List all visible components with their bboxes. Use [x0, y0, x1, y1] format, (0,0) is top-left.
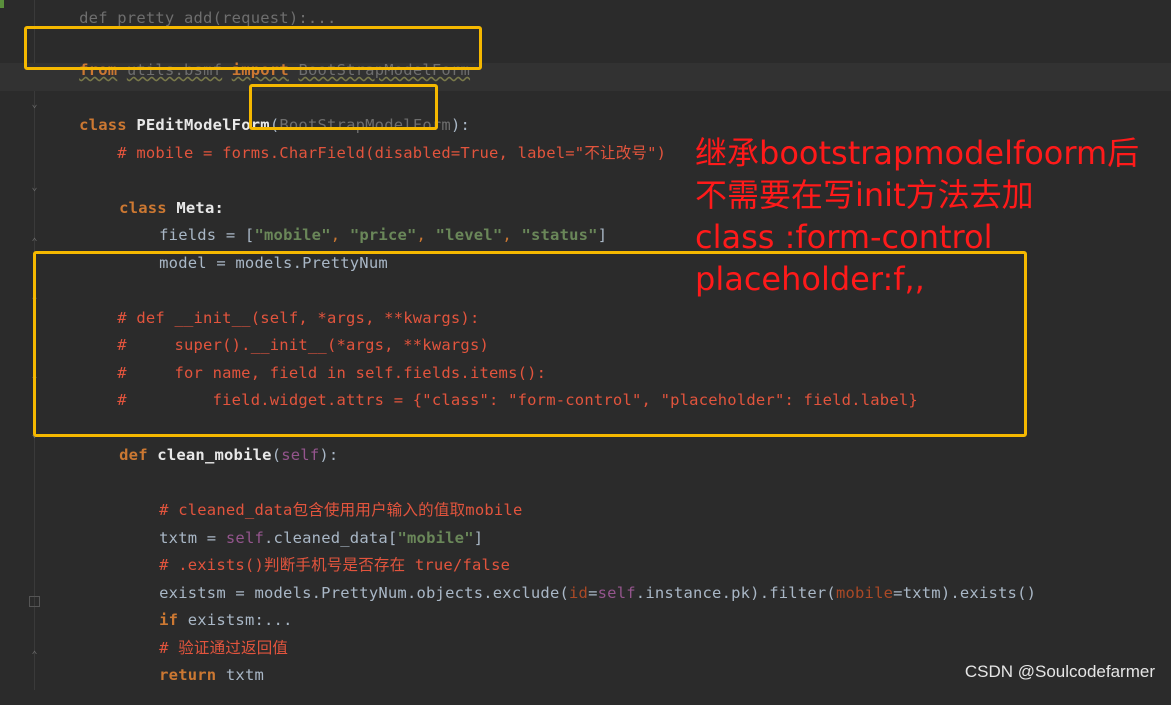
- highlight-box-import: [24, 26, 482, 70]
- annotation-line: 继承bootstrapmodelfoorm后: [695, 134, 1140, 172]
- code-line: def pretty_add(request):...: [79, 9, 337, 27]
- annotation-line: class :form-control: [695, 218, 993, 256]
- code-line-comment: # cleaned_data包含使用用户输入的值取mobile: [159, 501, 523, 519]
- code-line-txtm: txtm = self.cleaned_data["mobile"]: [159, 529, 484, 547]
- code-line-meta: class Meta:: [119, 199, 225, 217]
- code-line-comment: # .exists()判断手机号是否存在 true/false: [159, 556, 511, 574]
- code-line-model: model = models.PrettyNum: [159, 254, 388, 272]
- code-line-comment: # 验证通过返回值: [159, 639, 289, 657]
- code-line-existsm: existsm = models.PrettyNum.objects.exclu…: [159, 584, 1037, 602]
- code-line-fields: fields = ["mobile", "price", "level", "s…: [159, 226, 608, 244]
- code-line-if: if existsm:...: [159, 611, 293, 629]
- watermark: CSDN @Soulcodefarmer: [964, 662, 1155, 681]
- highlight-box-base-class: [249, 84, 438, 130]
- annotation-line: placeholder:f,,: [695, 260, 925, 298]
- code-line-return: return txtm: [159, 666, 265, 684]
- annotation-text: 继承bootstrapmodelfoorm后 不需要在写init方法去加 cla…: [695, 132, 1165, 300]
- annotation-line: 不需要在写init方法去加: [695, 176, 1034, 214]
